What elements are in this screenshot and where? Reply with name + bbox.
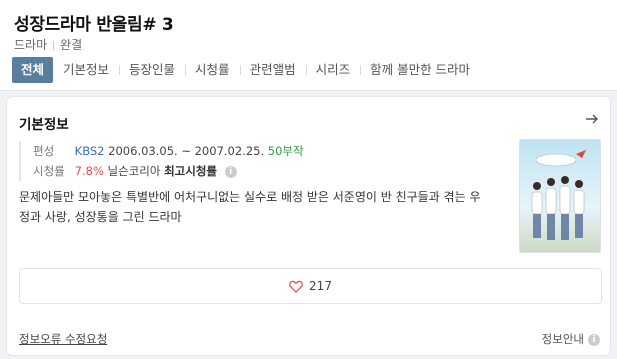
info-icon: i (588, 333, 600, 346)
tab-bar: 전체 기본정보 등장인물 시청률 관련앨범 시리즈 함께 볼만한 드라마 (12, 57, 480, 83)
rating-label: 시청률 (33, 164, 65, 178)
info-guide-label: 정보안내 (541, 332, 584, 346)
section-title: 기본정보 (19, 117, 69, 133)
tab-series[interactable]: 시리즈 (305, 57, 361, 83)
report-error-link[interactable]: 정보오류 수정요청 (19, 331, 107, 347)
tab-characters[interactable]: 등장인물 (119, 57, 185, 83)
info-list: 편성 KBS2 2006.03.05. ~ 2007.02.25. 50부작 시… (19, 141, 304, 181)
channel-link[interactable]: KBS2 (75, 144, 105, 158)
info-icon[interactable]: i (224, 165, 237, 178)
like-count: 217 (309, 279, 332, 293)
basic-info-card: 기본정보 편성 KBS2 2006.03.05. ~ 2007.02.25. 5… (6, 96, 611, 356)
genre-label: 드라마 (14, 38, 48, 52)
tab-recommended[interactable]: 함께 볼만한 드라마 (360, 57, 480, 83)
page-title: 성장드라마 반올림# 3 (14, 15, 174, 35)
tab-all[interactable]: 전체 (12, 57, 54, 83)
like-button[interactable]: 217 (19, 268, 602, 304)
rating-source: 닐슨코리아 (107, 164, 161, 178)
poster-art (520, 140, 600, 252)
info-guide[interactable]: 정보안내 i (542, 331, 600, 347)
broadcast-period: 2006.03.05. ~ 2007.02.25. (108, 144, 265, 158)
broadcast-row: 편성 KBS2 2006.03.05. ~ 2007.02.25. 50부작 (33, 141, 304, 161)
rating-row: 시청률 7.8% 닐슨코리아 최고시청률 i (33, 161, 304, 181)
tab-albums[interactable]: 관련앨범 (239, 57, 306, 83)
status-label: 완결 (60, 38, 83, 52)
tab-ratings[interactable]: 시청률 (185, 57, 240, 83)
poster-image[interactable] (519, 139, 601, 253)
heart-icon (289, 280, 303, 293)
rating-note: 최고시청률 (164, 164, 217, 178)
broadcast-label: 편성 (33, 144, 55, 158)
tab-basic-info[interactable]: 기본정보 (53, 57, 119, 83)
episode-count: 50부작 (267, 144, 304, 158)
rating-value: 7.8% (74, 164, 104, 178)
divider (53, 40, 55, 51)
description: 문제아들만 모아놓은 특별반에 어처구니없는 실수로 배정 받은 서준영이 반 … (19, 190, 481, 224)
meta-info: 드라마 완결 (14, 36, 82, 53)
arrow-right-icon[interactable] (584, 111, 600, 127)
header: 성장드라마 반올림# 3 드라마 완결 전체 기본정보 등장인물 시청률 관련앨범… (0, 0, 617, 91)
